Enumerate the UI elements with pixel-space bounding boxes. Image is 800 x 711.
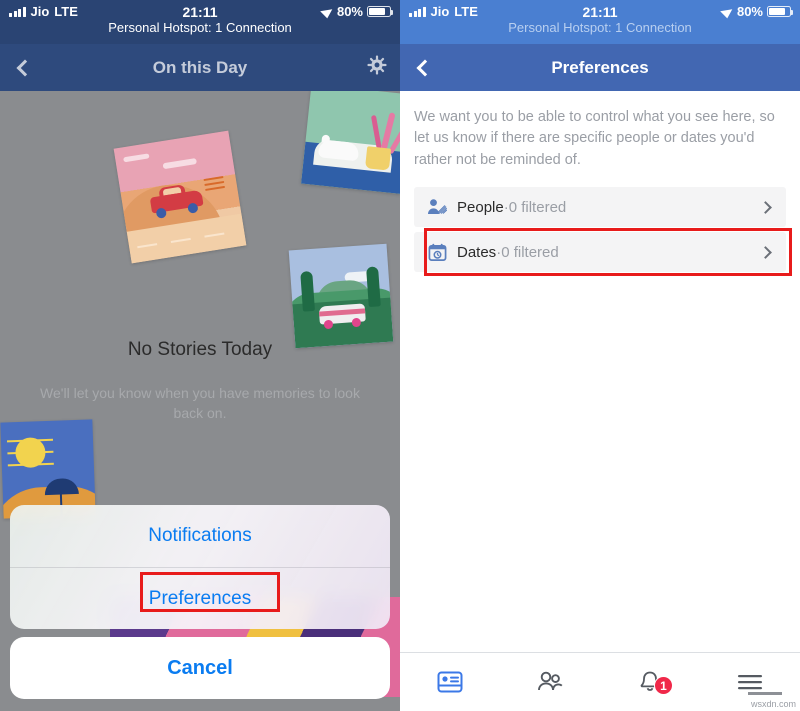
hamburger-menu-icon [738,675,762,690]
memory-card-van-illustration [288,243,394,349]
preferences-intro-text: We want you to be able to control what y… [414,109,775,168]
battery-icon [767,6,793,17]
battery-percent-label: 80% [336,4,363,19]
location-arrow-icon [320,5,336,18]
memory-card-car-illustration [113,130,247,264]
back-button-right[interactable] [400,44,446,91]
tab-news-feed[interactable] [400,670,500,694]
action-sheet-item-preferences[interactable]: Preferences [10,567,390,629]
chevron-left-icon [16,59,34,76]
page-title-left: On this Day [152,57,248,77]
preferences-row-dates[interactable]: Dates · 0 filtered [414,228,792,277]
tab-menu[interactable] [700,672,800,692]
status-bar-right: Jio LTE 21:11 80% Personal Hotspot: 1 Co… [400,0,800,44]
empty-state-title: No Stories Today [127,339,273,360]
tab-friends[interactable] [500,670,600,694]
watermark-line [748,692,782,695]
back-button-left[interactable] [0,44,46,91]
cancel-button-label: Cancel [167,656,233,679]
preferences-row-label: People [457,198,504,216]
battery-percent-label: 80% [736,4,763,19]
settings-button[interactable] [366,54,388,81]
right-screen-preferences: Jio LTE 21:11 80% Personal Hotspot: 1 Co… [400,0,800,711]
preferences-row-detail: 0 filtered [508,198,567,216]
empty-state: No Stories Today We'll let you know when… [0,339,400,424]
battery-icon [367,6,393,17]
preferences-row-people[interactable]: People · 0 filtered [414,187,786,228]
chevron-left-icon [416,59,434,76]
action-sheet-item-notifications[interactable]: Notifications [10,505,390,567]
bottom-tab-bar: 1 [400,652,800,711]
memory-card-beach-illustration [0,419,96,519]
action-sheet-item-label: Notifications [148,525,252,546]
highlight-box-preferences [140,572,280,612]
memory-card-cat-illustration [301,91,400,194]
action-sheet-container: Notifications Preferences Cancel [0,505,400,711]
people-filter-icon [426,196,448,218]
status-bar-left: Jio LTE 21:11 80% Personal Hotspot: 1 Co… [0,0,400,44]
highlight-box-dates [424,228,792,277]
nav-bar-left: On this Day [0,44,400,91]
cancel-button[interactable]: Cancel [10,637,390,699]
status-bar-right-group: 80% [320,4,393,19]
gear-icon [367,55,387,75]
chevron-right-icon [759,200,772,214]
status-bar-right-group: 80% [720,4,793,19]
dual-screenshot: Jio LTE 21:11 80% Personal Hotspot: 1 Co… [0,0,800,711]
location-arrow-icon [720,5,736,18]
watermark-label: wsxdn.com [750,699,796,709]
hotspot-banner-right: Personal Hotspot: 1 Connection [508,20,692,35]
empty-state-subtitle: We'll let you know when you have memorie… [40,385,360,422]
notification-badge: 1 [654,676,673,695]
preferences-list: People · 0 filtered Dates · 0 filtered [400,187,800,277]
news-feed-icon [437,671,463,693]
hotspot-banner-left: Personal Hotspot: 1 Connection [108,20,292,35]
nav-bar-right: Preferences [400,44,800,91]
left-screen-on-this-day: Jio LTE 21:11 80% Personal Hotspot: 1 Co… [0,0,400,711]
friends-icon [538,671,563,691]
tab-notifications[interactable]: 1 [600,670,700,695]
preferences-body: We want you to be able to control what y… [400,91,800,652]
page-title-right: Preferences [551,57,649,77]
action-sheet: Notifications Preferences [10,505,390,629]
